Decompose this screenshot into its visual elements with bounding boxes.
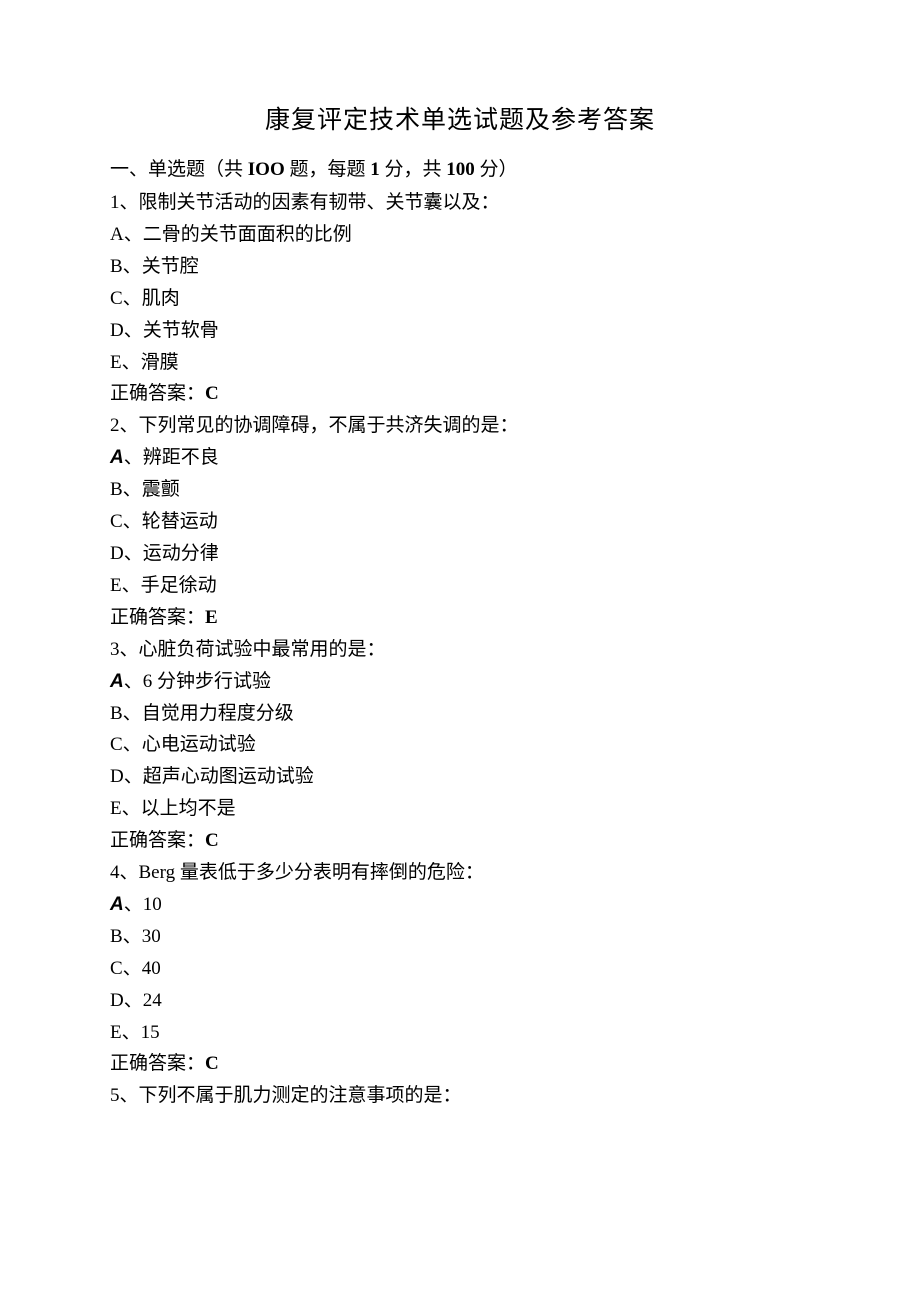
option-row: D、24 [110,985,810,1017]
option-row: B、30 [110,921,810,953]
option-label: B、 [110,703,142,724]
document-title: 康复评定技术单选试题及参考答案 [110,100,810,136]
option-text: 以上均不是 [141,798,236,819]
option-label: C、 [110,734,142,755]
option-text: 超声心动图运动试验 [143,766,314,787]
option-label: E、 [110,798,141,819]
option-row: E、滑膜 [110,347,810,379]
option-label: A、 [110,447,143,468]
option-text: 震颤 [142,479,180,500]
answer-line: 正确答案：E [110,602,810,634]
answer-value: C [205,1053,219,1074]
option-label-letter: A [110,447,124,468]
option-row: C、心电运动试验 [110,729,810,761]
option-row: D、超声心动图运动试验 [110,761,810,793]
question-stem: 5、下列不属于肌力测定的注意事项的是： [110,1080,810,1112]
option-row: D、关节软骨 [110,315,810,347]
option-row: B、震颤 [110,474,810,506]
option-text: 自觉用力程度分级 [142,703,294,724]
section-suffix: 分） [475,159,518,180]
answer-label: 正确答案： [110,1053,205,1074]
option-label: C、 [110,288,142,309]
option-row: A、10 [110,889,810,921]
option-row: B、自觉用力程度分级 [110,698,810,730]
option-label: B、 [110,256,142,277]
answer-label: 正确答案： [110,830,205,851]
option-label: E、 [110,352,141,373]
option-row: B、关节腔 [110,251,810,283]
answer-line: 正确答案：C [110,378,810,410]
question-stem: 2、下列常见的协调障碍，不属于共济失调的是： [110,410,810,442]
option-row: E、15 [110,1017,810,1049]
section-per: 1 [370,159,380,180]
option-label-letter: A [110,671,124,692]
section-total: 100 [446,159,475,180]
option-text: 24 [143,990,162,1011]
option-row: A、辨距不良 [110,442,810,474]
option-text: 6 分钟步行试验 [143,671,271,692]
option-text: 滑膜 [141,352,179,373]
answer-value: C [205,830,219,851]
option-label: C、 [110,958,142,979]
option-text: 15 [141,1022,160,1043]
answer-value: E [205,607,218,628]
option-row: C、肌肉 [110,283,810,315]
question-stem: 3、心脏负荷试验中最常用的是： [110,634,810,666]
option-text: 10 [143,894,162,915]
option-text: 辨距不良 [143,447,219,468]
option-label: D、 [110,320,143,341]
option-text: 30 [142,926,161,947]
option-label: D、 [110,543,143,564]
option-text: 关节腔 [142,256,199,277]
option-label: E、 [110,575,141,596]
option-label: B、 [110,479,142,500]
section-count: IOO [248,159,285,180]
option-label-rest: 、 [124,894,143,915]
option-label: C、 [110,511,142,532]
option-row: A、二骨的关节面面积的比例 [110,219,810,251]
option-label: B、 [110,926,142,947]
section-mid2: 分，共 [380,159,447,180]
option-text: 关节软骨 [143,320,219,341]
option-label: E、 [110,1022,141,1043]
question-stem: 4、Berg 量表低于多少分表明有摔倒的危险： [110,857,810,889]
option-label: A、 [110,671,143,692]
option-row: E、手足徐动 [110,570,810,602]
option-row: E、以上均不是 [110,793,810,825]
section-mid1: 题，每题 [285,159,371,180]
option-row: A、6 分钟步行试验 [110,666,810,698]
option-text: 轮替运动 [142,511,218,532]
option-text: 肌肉 [142,288,180,309]
option-text: 运动分律 [143,543,219,564]
answer-line: 正确答案：C [110,825,810,857]
option-label: D、 [110,990,143,1011]
answer-label: 正确答案： [110,383,205,404]
answer-line: 正确答案：C [110,1048,810,1080]
document-page: 康复评定技术单选试题及参考答案 一、单选题（共 IOO 题，每题 1 分，共 1… [0,0,920,1301]
option-row: C、轮替运动 [110,506,810,538]
section-header: 一、单选题（共 IOO 题，每题 1 分，共 100 分） [110,154,810,181]
option-label-rest: 、 [124,447,143,468]
option-label: A、 [110,894,143,915]
question-stem: 1、限制关节活动的因素有韧带、关节囊以及： [110,187,810,219]
option-row: C、40 [110,953,810,985]
option-text: 心电运动试验 [142,734,256,755]
answer-value: C [205,383,219,404]
section-prefix: 一、单选题（共 [110,159,248,180]
option-label-rest: 、 [124,671,143,692]
option-text: 40 [142,958,161,979]
option-label: A、 [110,224,143,245]
option-label: D、 [110,766,143,787]
option-label-letter: A [110,894,124,915]
option-row: D、运动分律 [110,538,810,570]
questions-container: 1、限制关节活动的因素有韧带、关节囊以及：A、二骨的关节面面积的比例B、关节腔C… [110,187,810,1112]
option-text: 手足徐动 [141,575,217,596]
option-text: 二骨的关节面面积的比例 [143,224,352,245]
answer-label: 正确答案： [110,607,205,628]
